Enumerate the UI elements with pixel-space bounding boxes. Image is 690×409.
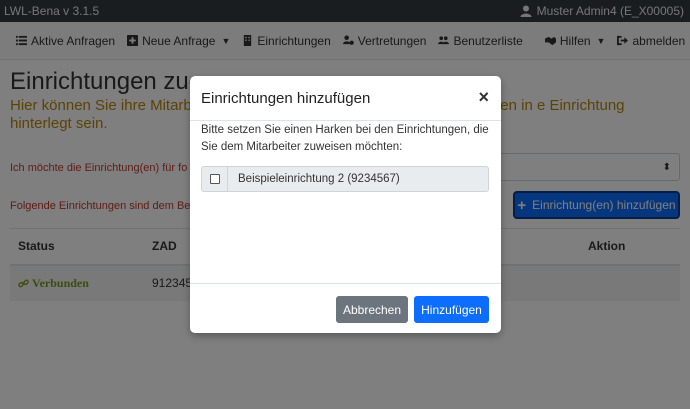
modal-footer: Abbrechen Hinzufügen — [190, 283, 501, 333]
cancel-button[interactable]: Abbrechen — [336, 296, 408, 323]
close-icon[interactable]: × — [478, 87, 489, 108]
facility-checkbox[interactable] — [209, 174, 220, 184]
add-button[interactable]: Hinzufügen — [414, 296, 489, 323]
modal-body: Bitte setzen Sie einen Harken bei den Ei… — [201, 122, 490, 192]
modal-instructions: Bitte setzen Sie einen Harken bei den Ei… — [201, 124, 489, 153]
modal-header: Einrichtungen hinzufügen × — [190, 76, 501, 121]
facility-option[interactable]: Beispieleinrichtung 2 (9234567) — [201, 166, 489, 192]
facility-option-label: Beispieleinrichtung 2 (9234567) — [238, 173, 400, 185]
checkbox-wrapper — [202, 167, 228, 191]
add-facilities-modal: Einrichtungen hinzufügen × Bitte setzen … — [190, 76, 501, 333]
modal-title: Einrichtungen hinzufügen — [201, 90, 371, 107]
